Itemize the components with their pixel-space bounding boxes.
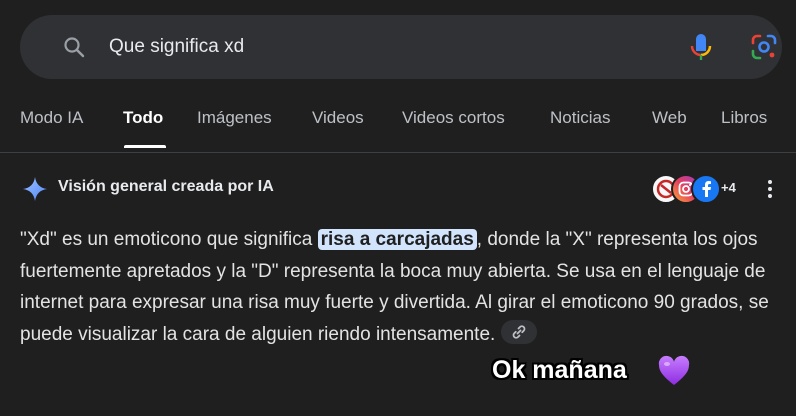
- google-search-results-page: Que significa xd Modo IA Todo Imágenes V…: [0, 0, 796, 416]
- purple-heart-icon: [658, 355, 690, 385]
- ai-overview-title: Visión general creada por IA: [58, 178, 274, 195]
- ai-overview-header: Visión general creada por IA +4: [0, 166, 796, 210]
- ai-text-highlight: risa a carcajadas: [317, 229, 477, 250]
- overlay-caption: Ok mañana: [492, 356, 627, 384]
- search-icon[interactable]: [62, 35, 86, 59]
- tab-modo-ia[interactable]: Modo IA: [20, 108, 83, 128]
- active-tab-indicator: [124, 145, 166, 148]
- facebook-icon[interactable]: [691, 174, 721, 204]
- lens-icon[interactable]: [751, 34, 777, 60]
- tab-videos[interactable]: Videos: [312, 108, 364, 128]
- search-tabs: Modo IA Todo Imágenes Videos Videos cort…: [0, 96, 796, 153]
- search-input[interactable]: Que significa xd: [109, 35, 244, 59]
- ai-text-part-1: "Xd" es un emoticono que significa: [20, 229, 318, 250]
- search-bar[interactable]: Que significa xd: [20, 15, 782, 79]
- tab-libros[interactable]: Libros: [721, 108, 767, 128]
- ai-overview-text: "Xd" es un emoticono que significa risa …: [20, 224, 780, 350]
- link-icon: [512, 325, 526, 340]
- tab-web[interactable]: Web: [652, 108, 687, 128]
- facebook-glyph-icon: [702, 181, 711, 197]
- sparkle-icon: [23, 177, 47, 201]
- kebab-icon[interactable]: [764, 178, 776, 200]
- source-link-button[interactable]: [501, 320, 538, 345]
- mic-icon[interactable]: [688, 33, 714, 61]
- tab-imagenes[interactable]: Imágenes: [197, 108, 272, 128]
- tab-noticias[interactable]: Noticias: [550, 108, 610, 128]
- tab-videos-cortos[interactable]: Videos cortos: [402, 108, 505, 128]
- sources-more-count[interactable]: +4: [721, 180, 736, 195]
- tab-todo[interactable]: Todo: [123, 108, 163, 128]
